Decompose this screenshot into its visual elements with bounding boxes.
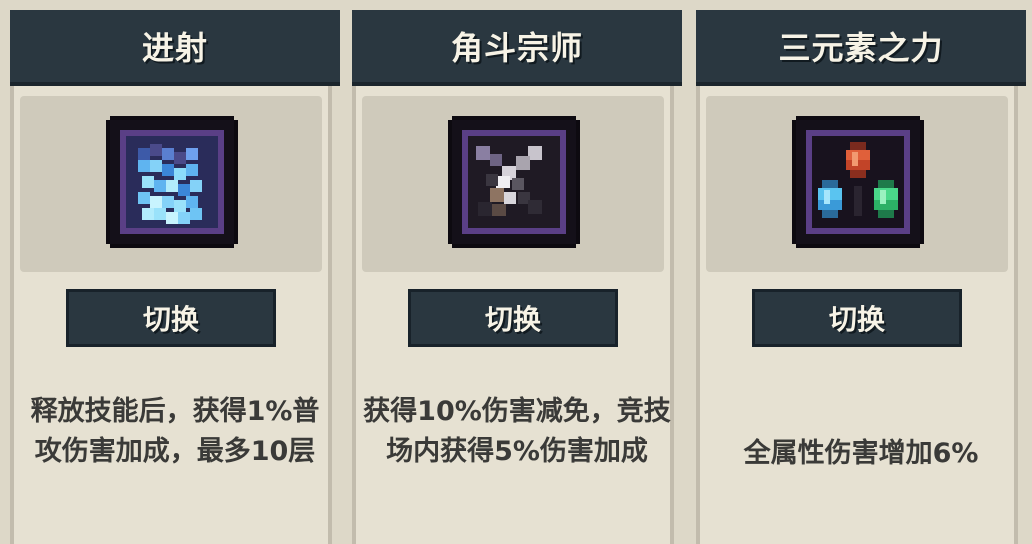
- switch-button-label: 切换: [142, 303, 199, 336]
- arrow-shot-icon: [110, 120, 234, 244]
- card-title: 进射: [141, 29, 208, 67]
- card-header: 进射: [10, 10, 340, 86]
- icon-well: [706, 96, 1008, 272]
- talent-description: 获得10%伤害减免，竞技场内获得5%伤害加成: [363, 396, 671, 467]
- card-title: 三元素之力: [778, 29, 944, 67]
- talent-card: 角斗宗师 切换 获得10%伤害减免，竞技场内获得5%伤害加成: [352, 10, 682, 544]
- three-crystals-icon: [796, 120, 920, 244]
- icon-well: [20, 96, 322, 272]
- talent-card: 进射 切换 释放技能后，获得1%普攻伤害加成，最多10层: [10, 10, 340, 544]
- switch-button[interactable]: 切换: [66, 289, 276, 347]
- switch-button[interactable]: 切换: [408, 289, 618, 347]
- talent-selection-panel: 进射 切换 释放技能后，获得1%普攻伤害加成，最多10层 角斗宗师 切换 获得1…: [0, 0, 1032, 544]
- card-title: 角斗宗师: [450, 29, 583, 67]
- talent-description: 全属性伤害增加6%: [743, 438, 979, 469]
- switch-button-label: 切换: [828, 303, 885, 336]
- talent-card: 三元素之力 切换 全属性伤害增加6%: [696, 10, 1026, 544]
- switch-button[interactable]: 切换: [752, 289, 962, 347]
- talent-description: 释放技能后，获得1%普攻伤害加成，最多10层: [30, 396, 320, 467]
- card-header: 三元素之力: [696, 10, 1026, 86]
- switch-button-label: 切换: [484, 303, 541, 336]
- icon-well: [362, 96, 664, 272]
- crossed-swords-icon: [452, 120, 576, 244]
- card-header: 角斗宗师: [352, 10, 682, 86]
